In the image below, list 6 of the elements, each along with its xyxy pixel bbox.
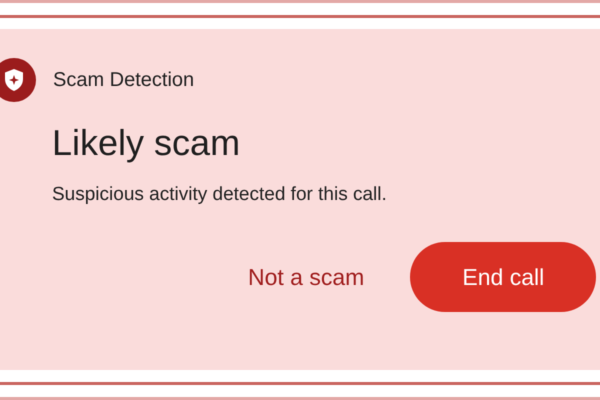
app-title: Scam Detection bbox=[53, 68, 194, 92]
alert-message: Suspicious activity detected for this call. bbox=[52, 184, 388, 206]
end-call-button[interactable]: End call bbox=[410, 242, 596, 312]
shield-icon bbox=[0, 58, 36, 102]
dismiss-button[interactable]: Not a scam bbox=[232, 254, 380, 300]
alert-headline: Likely scam bbox=[52, 122, 242, 164]
